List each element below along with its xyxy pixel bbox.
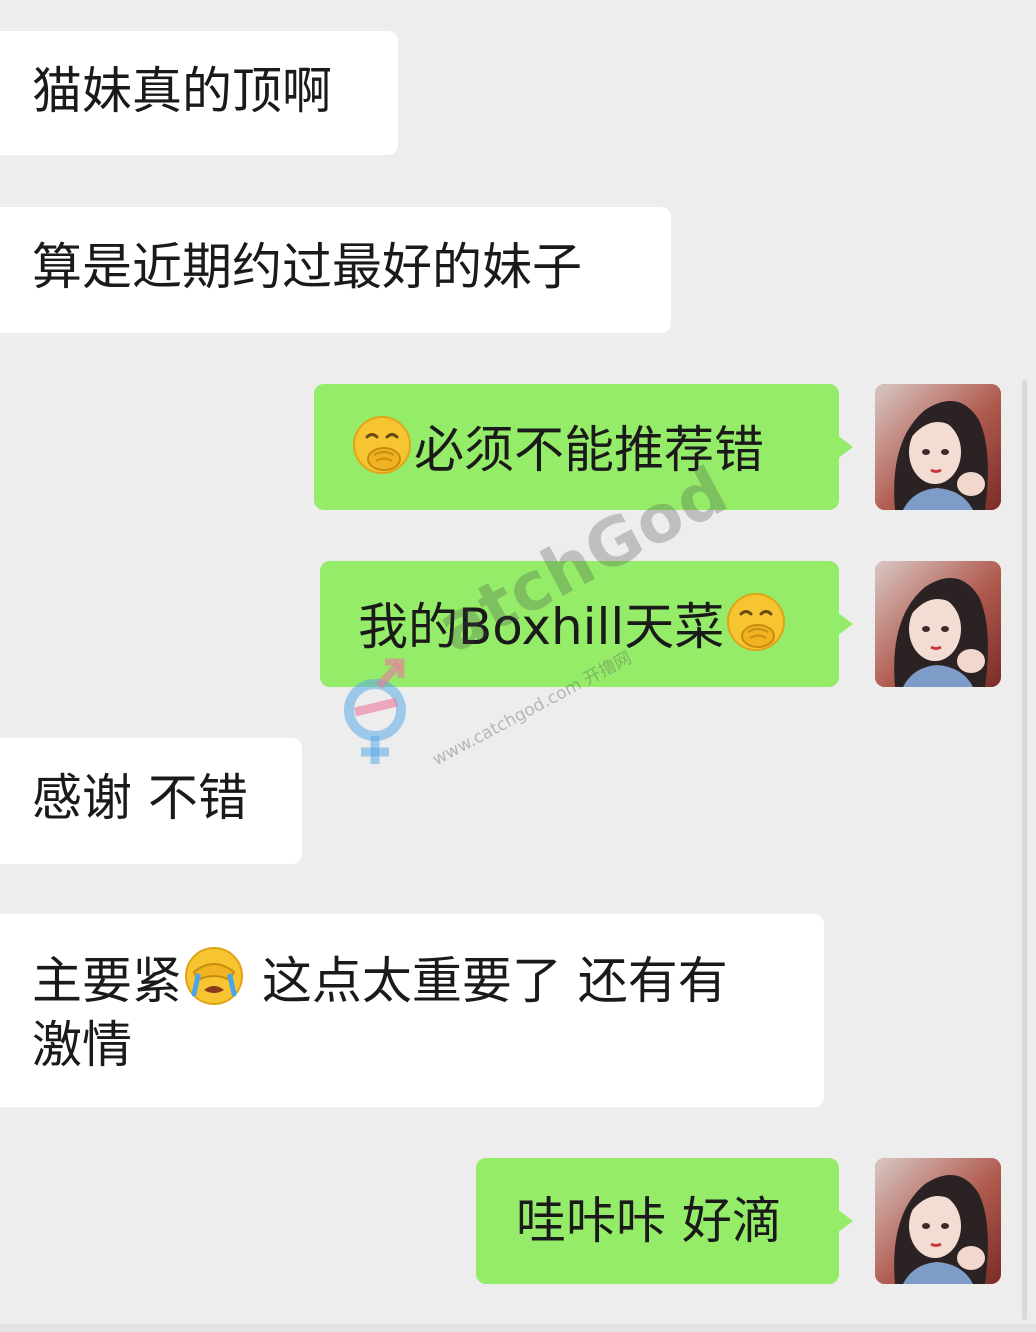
face-palm-tears-emoji [185, 947, 243, 1005]
message-text: 感谢 不错 [32, 769, 248, 827]
message-text: 主要紧 [32, 952, 182, 1010]
incoming-message[interactable]: 感谢 不错 [0, 738, 302, 864]
incoming-message[interactable]: 主要紧 这点太重要了 还有有 激情 [0, 914, 824, 1107]
outgoing-message[interactable]: 必须不能推荐错 [314, 384, 853, 510]
scrollbar[interactable] [1022, 380, 1027, 1320]
avatar-image [875, 384, 1001, 510]
message-text: 必须不能推荐错 [414, 421, 764, 479]
message-text: 激情 [32, 1016, 132, 1074]
avatar-image [875, 561, 1001, 687]
message-text: 猫妹真的顶啊 [32, 62, 332, 120]
message-text: 哇咔咔 好滴 [516, 1192, 782, 1250]
incoming-message[interactable]: 猫妹真的顶啊 [0, 31, 398, 155]
message-text: 这点太重要了 还有有 [246, 952, 728, 1010]
avatar-image [875, 1158, 1001, 1284]
hand-over-mouth-emoji [727, 593, 786, 651]
message-text: 我的Boxhill天菜 [358, 598, 725, 656]
input-bar-edge [0, 1324, 1036, 1332]
user-avatar[interactable] [875, 384, 1001, 510]
message-text: 算是近期约过最好的妹子 [32, 238, 582, 296]
user-avatar[interactable] [875, 561, 1001, 687]
outgoing-message[interactable]: 哇咔咔 好滴 [476, 1158, 853, 1284]
incoming-message[interactable]: 算是近期约过最好的妹子 [0, 207, 671, 333]
hand-over-mouth-emoji [353, 416, 411, 474]
message-line: 激情 [32, 1013, 792, 1077]
message-line: 主要紧 这点太重要了 还有有 [32, 946, 792, 1013]
user-avatar[interactable] [875, 1158, 1001, 1284]
outgoing-message[interactable]: 我的Boxhill天菜 [320, 561, 853, 687]
